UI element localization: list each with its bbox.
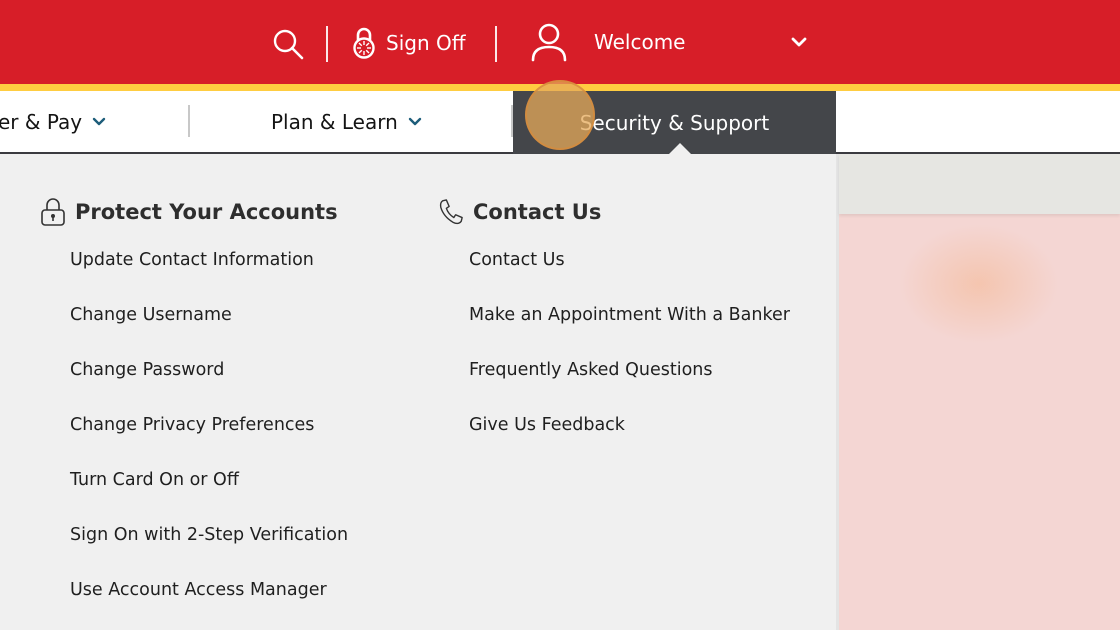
chevron-down-icon	[408, 117, 421, 125]
topbar-divider	[495, 26, 497, 62]
column-heading-text: Protect Your Accounts	[75, 200, 338, 224]
menu-link-2-step-verification[interactable]: Sign On with 2-Step Verification	[70, 507, 348, 562]
phone-icon	[439, 199, 463, 225]
menu-link-account-access-manager[interactable]: Use Account Access Manager	[70, 562, 348, 617]
search-button[interactable]	[270, 26, 306, 62]
protect-accounts-links: Update Contact Information Change Userna…	[70, 232, 348, 617]
menu-link-turn-card-on-off[interactable]: Turn Card On or Off	[70, 452, 348, 507]
padlock-icon	[41, 198, 65, 226]
menu-link-change-password[interactable]: Change Password	[70, 342, 348, 397]
menu-link-change-username[interactable]: Change Username	[70, 287, 348, 342]
nav-item-label: er & Pay	[0, 109, 83, 134]
topbar-divider	[326, 26, 328, 62]
menu-link-faq[interactable]: Frequently Asked Questions	[469, 342, 790, 397]
nav-item-label: Plan & Learn	[271, 109, 398, 134]
background-banner	[839, 154, 1120, 214]
welcome-label: Welcome	[594, 30, 686, 54]
search-icon	[273, 29, 304, 60]
column-heading-text: Contact Us	[473, 200, 602, 224]
menu-link-update-contact-information[interactable]: Update Contact Information	[70, 232, 348, 287]
column-heading: Contact Us	[438, 192, 790, 232]
menu-link-make-appointment[interactable]: Make an Appointment With a Banker	[469, 287, 790, 342]
protect-accounts-column: Protect Your Accounts Update Contact Inf…	[40, 154, 348, 617]
nav-item-security-support[interactable]: Security & Support	[513, 91, 836, 155]
nav-item-label: Security & Support	[579, 110, 770, 135]
user-icon	[531, 23, 567, 62]
chevron-down-icon	[791, 37, 807, 47]
security-support-dropdown: Protect Your Accounts Update Contact Inf…	[0, 154, 836, 630]
chevron-down-icon	[92, 117, 106, 125]
sign-off-label: Sign Off	[386, 31, 466, 55]
column-heading: Protect Your Accounts	[40, 192, 348, 232]
contact-us-column: Contact Us Contact Us Make an Appointmen…	[438, 154, 790, 452]
contact-us-links: Contact Us Make an Appointment With a Ba…	[469, 232, 790, 452]
welcome-dropdown-toggle[interactable]	[789, 32, 809, 52]
nav-item-plan-learn[interactable]: Plan & Learn	[271, 91, 422, 152]
combination-lock-icon	[353, 27, 375, 59]
menu-link-change-privacy-preferences[interactable]: Change Privacy Preferences	[70, 397, 348, 452]
nav-divider	[188, 105, 190, 137]
page-background-content	[836, 154, 1120, 630]
welcome-menu[interactable]: Welcome	[530, 20, 685, 64]
menu-link-give-feedback[interactable]: Give Us Feedback	[469, 397, 790, 452]
background-image	[899, 224, 1059, 344]
brand-accent-line	[0, 84, 1120, 91]
menu-link-contact-us[interactable]: Contact Us	[469, 232, 790, 287]
sign-off-button[interactable]: Sign Off	[352, 24, 466, 62]
nav-item-borrow-pay[interactable]: er & Pay	[0, 91, 106, 152]
